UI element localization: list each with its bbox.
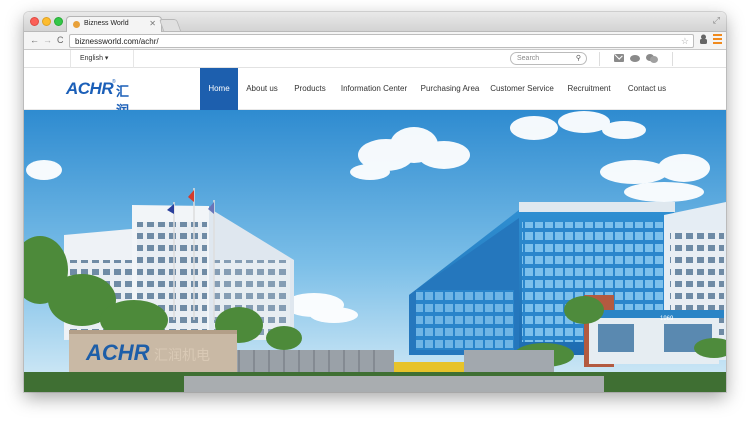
language-selector[interactable]: English ▾ [70,50,134,68]
title-bar: Bizness World ✕ ⤢ [24,12,726,32]
wechat-icon[interactable] [646,54,658,63]
bookmark-star-icon[interactable]: ☆ [681,36,689,47]
minimize-window-button[interactable] [42,17,51,26]
nav-item-products[interactable]: Products [286,68,334,110]
search-input[interactable]: Search ⚲ [510,52,587,65]
tab-title: Bizness World [84,20,129,27]
search-placeholder: Search [517,55,540,62]
nav-item-customer-service[interactable]: Customer Service [486,68,558,110]
browser-window: Bizness World ✕ ⤢ ← → C biznessworld.com… [24,12,726,392]
hero-banner-image: 1969 ACHR 汇润机电 [24,110,726,392]
gatehouse-number: 1969 [660,316,674,322]
extension-icon[interactable] [699,34,708,44]
utility-bar: English ▾ Search ⚲ [24,50,726,68]
nav-item-information-center[interactable]: Information Center [334,68,414,110]
nav-item-recruitment[interactable]: Recruitment [558,68,620,110]
url-text: biznessworld.com/achr/ [75,37,159,46]
weibo-icon[interactable] [630,54,640,62]
divider [672,52,673,66]
logo-text: ACHR [66,79,114,98]
back-icon[interactable]: ← [30,35,39,45]
nav-item-home[interactable]: Home [200,68,238,110]
mail-icon[interactable] [614,54,624,62]
nav-item-contact-us[interactable]: Contact us [620,68,674,110]
sign-logo-text: ACHR [85,340,150,365]
search-icon[interactable]: ⚲ [576,54,581,62]
new-tab-button[interactable] [158,19,182,31]
nav-item-purchasing-area[interactable]: Purchasing Area [414,68,486,110]
divider [599,52,600,66]
nav-menu: Home About us Products Information Cente… [200,68,674,110]
main-navigation: ACHR ® 汇润机电 Home About us Products Infor… [24,68,726,157]
browser-toolbar: ← → C biznessworld.com/achr/ ☆ [24,32,726,50]
close-window-button[interactable] [30,17,39,26]
address-bar[interactable]: biznessworld.com/achr/ ☆ [69,34,694,48]
reload-icon[interactable]: C [57,35,64,45]
browser-tab[interactable]: Bizness World ✕ [66,16,162,32]
tab-close-icon[interactable]: ✕ [149,19,156,28]
menu-icon[interactable] [713,34,722,45]
favicon-icon [73,21,80,28]
maximize-window-button[interactable] [54,17,63,26]
fullscreen-icon[interactable]: ⤢ [713,15,720,26]
nav-item-about-us[interactable]: About us [238,68,286,110]
forward-icon[interactable]: → [43,35,52,45]
sign-chinese-text: 汇润机电 [154,348,210,364]
web-page: English ▾ Search ⚲ ACHR ® 汇润机电 Home Abou… [24,50,726,392]
